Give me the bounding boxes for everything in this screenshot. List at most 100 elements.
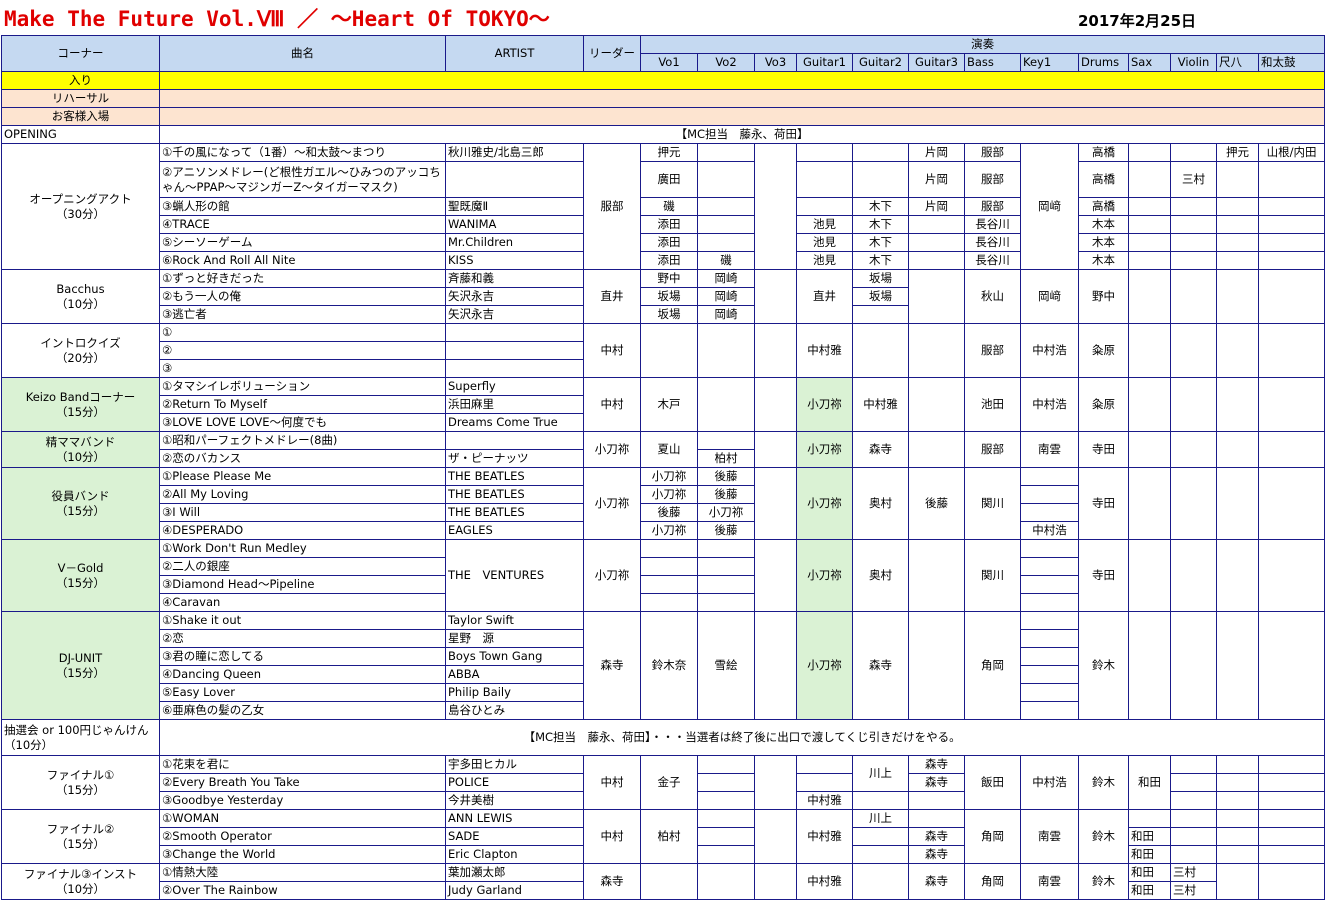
part-vo1: 廣田 xyxy=(640,161,698,198)
song-title: ①タマシイレボリューション xyxy=(159,377,446,396)
song-artist: KISS xyxy=(445,251,584,270)
leader: 中村 xyxy=(583,323,641,378)
part-key1: 中村浩 xyxy=(1020,323,1079,378)
header-guitar2: Guitar2 xyxy=(852,53,909,72)
song-artist: 聖既魔Ⅱ xyxy=(445,197,584,216)
song-title: ②Over The Rainbow xyxy=(159,881,446,900)
corner-bacchus: Bacchus （10分） xyxy=(1,269,160,324)
header-guitar1: Guitar1 xyxy=(796,53,853,72)
song-title: ④Dancing Queen xyxy=(159,665,446,684)
song-artist: Mr.Children xyxy=(445,233,584,252)
part-vo2: 岡崎 xyxy=(697,287,755,306)
song-artist: Superfly xyxy=(445,377,584,396)
song-title: ①Shake it out xyxy=(159,611,446,630)
part-guitar3: 森寺 xyxy=(908,773,965,792)
part-drums: 寺田 xyxy=(1078,539,1129,612)
song-title: ⑤Easy Lover xyxy=(159,683,446,702)
part-bass: 服部 xyxy=(964,161,1021,198)
part-guitar3: 森寺 xyxy=(908,755,965,774)
leader: 服部 xyxy=(583,143,641,270)
part-vo1: 小刀祢 xyxy=(640,467,698,486)
song-title: ②恋 xyxy=(159,629,446,648)
leader: 直井 xyxy=(583,269,641,324)
part-key1: 中村浩 xyxy=(1020,521,1079,540)
part-guitar2: 木下 xyxy=(852,215,909,234)
song-title: ③逃亡者 xyxy=(159,305,446,324)
part-violin: 三村 xyxy=(1170,881,1217,900)
song-title: ④TRACE xyxy=(159,215,446,234)
part-drums: 粂原 xyxy=(1078,323,1129,378)
part-guitar1: 小刀祢 xyxy=(796,377,853,432)
header-corner: コーナー xyxy=(1,35,160,72)
part-key1: 岡﨑 xyxy=(1020,143,1079,270)
song-title: ①昭和パーフェクトメドレー(8曲) xyxy=(159,431,446,450)
part-drums: 高橋 xyxy=(1078,197,1129,216)
song-title: ①花束を君に xyxy=(159,755,446,774)
part-vo1: 坂場 xyxy=(640,305,698,324)
part-key1: 南雲 xyxy=(1020,809,1079,864)
part-vo1: 金子 xyxy=(640,755,698,810)
part-vo2: 小刀祢 xyxy=(697,503,755,522)
part-vo1: 磯 xyxy=(640,197,698,216)
sheet-title: Make The Future Vol.Ⅷ ／ ～Heart Of TOKYO～ xyxy=(4,7,550,31)
header-vo3: Vo3 xyxy=(754,53,797,72)
rehearsal-label: リハーサル xyxy=(1,89,160,108)
corner-v-gold: V－Gold （15分） xyxy=(1,539,160,612)
song-artist: ABBA xyxy=(445,665,584,684)
opening-label: OPENING xyxy=(1,125,160,144)
leader: 小刀祢 xyxy=(583,539,641,612)
song-title: ⑥亜麻色の髪の乙女 xyxy=(159,701,446,720)
part-guitar1: 小刀祢 xyxy=(796,611,853,720)
part-guitar2: 森寺 xyxy=(852,611,909,720)
part-guitar2: 木下 xyxy=(852,233,909,252)
song-artist: 宇多田ヒカル xyxy=(445,755,584,774)
song-title: ③Diamond Head～Pipeline xyxy=(159,575,446,594)
corner-dj-unit: DJ-UNIT （15分） xyxy=(1,611,160,720)
part-guitar1: 池見 xyxy=(796,233,853,252)
song-artist: 斉藤和義 xyxy=(445,269,584,288)
header-vo2: Vo2 xyxy=(697,53,755,72)
song-artist: Taylor Swift xyxy=(445,611,584,630)
part-guitar2: 木下 xyxy=(852,197,909,216)
song-artist: 島谷ひとみ xyxy=(445,701,584,720)
part-bass: 服部 xyxy=(964,197,1021,216)
part-vo1: 夏山 xyxy=(640,431,698,468)
song-title: ① xyxy=(159,323,446,342)
part-drums: 高橋 xyxy=(1078,143,1129,162)
leader: 小刀祢 xyxy=(583,467,641,540)
song-title: ②Return To Myself xyxy=(159,395,446,414)
setlist-table: コーナー 曲名 ARTIST リーダー 演奏 Vo1 Vo2 Vo3 Guita… xyxy=(1,35,1326,900)
song-title: ③ xyxy=(159,359,446,378)
corner-yakuin-band: 役員バンド （15分） xyxy=(1,467,160,540)
song-title: ⑤シーソーゲーム xyxy=(159,233,446,252)
corner-final-1: ファイナル① （15分） xyxy=(1,755,160,810)
part-guitar3: 森寺 xyxy=(908,863,965,900)
header-key1: Key1 xyxy=(1020,53,1079,72)
part-bass: 角岡 xyxy=(964,809,1021,864)
part-vo1: 木戸 xyxy=(640,377,698,432)
part-guitar2: 川上 xyxy=(852,809,909,828)
leader: 中村 xyxy=(583,755,641,810)
part-vo1: 小刀祢 xyxy=(640,485,698,504)
header-drums: Drums xyxy=(1078,53,1129,72)
part-drums: 高橋 xyxy=(1078,161,1129,198)
song-title: ② xyxy=(159,341,446,360)
song-title: ②Smooth Operator xyxy=(159,827,446,846)
part-key1: 岡﨑 xyxy=(1020,269,1079,324)
part-vo2: 後藤 xyxy=(697,521,755,540)
opening-mc: 【MC担当 藤永、荷田】 xyxy=(158,125,1326,144)
part-guitar3: 片岡 xyxy=(908,143,965,162)
song-artist: 葉加瀬太郎 xyxy=(445,863,584,882)
song-title: ④Caravan xyxy=(159,593,446,612)
part-guitar2: 坂場 xyxy=(852,269,909,288)
leader: 中村 xyxy=(583,377,641,432)
part-bass: 服部 xyxy=(964,323,1021,378)
part-drums: 鈴木 xyxy=(1078,611,1129,720)
part-key1: 中村浩 xyxy=(1020,377,1079,432)
header-artist: ARTIST xyxy=(445,35,584,72)
song-title: ①情熱大陸 xyxy=(159,863,446,882)
part-guitar1: 中村雅 xyxy=(796,791,853,810)
header-ensou: 演奏 xyxy=(639,35,1326,54)
part-drums: 鈴木 xyxy=(1078,863,1129,900)
part-guitar2: 坂場 xyxy=(852,287,909,306)
